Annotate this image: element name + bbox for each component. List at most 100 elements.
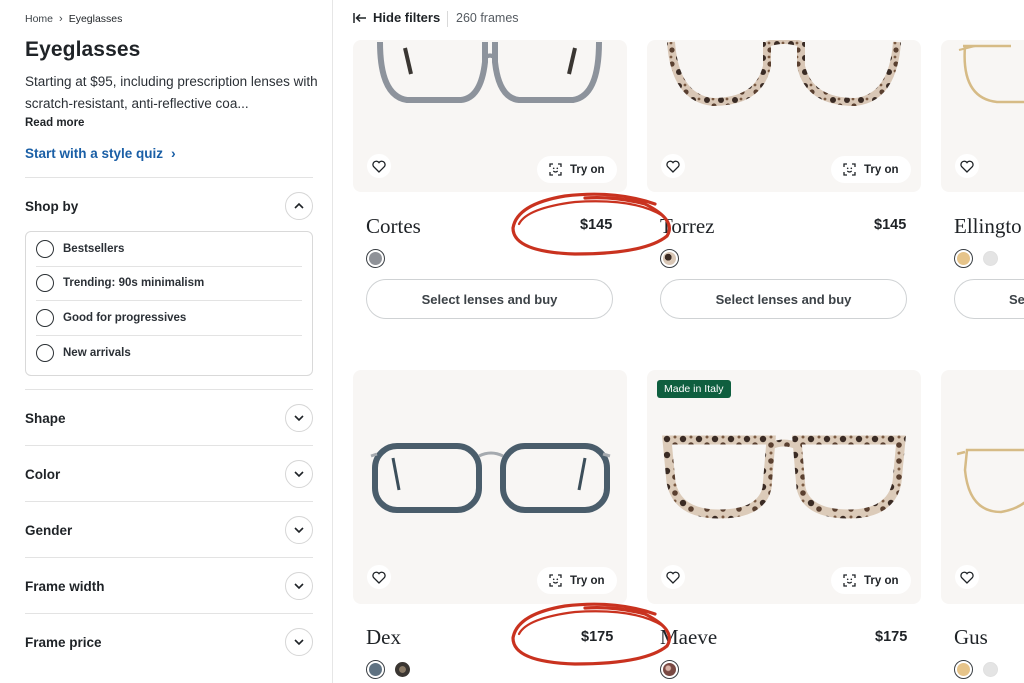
try-on-button[interactable]: Try on — [537, 156, 617, 183]
chevron-up-icon[interactable] — [285, 192, 313, 220]
radio-button[interactable] — [36, 308, 54, 327]
product-name[interactable]: Gus — [954, 625, 988, 650]
select-lenses-button[interactable]: Select lenses and buy — [366, 279, 613, 319]
heart-icon — [666, 571, 680, 584]
chevron-down-icon[interactable] — [285, 516, 313, 544]
product-price: $145 — [874, 217, 907, 233]
select-lenses-button[interactable]: Se — [954, 279, 1024, 319]
favorite-button[interactable] — [661, 565, 685, 589]
product-price: $175 — [875, 629, 908, 645]
try-on-button[interactable]: Try on — [831, 156, 911, 183]
product-name[interactable]: Cortes — [366, 214, 421, 239]
divider — [25, 177, 313, 178]
style-quiz-link[interactable]: Start with a style quiz › — [25, 145, 176, 161]
product-image[interactable] — [941, 370, 1024, 604]
facet-color[interactable]: Color — [25, 458, 313, 490]
product-name[interactable]: Ellingto — [954, 214, 1022, 239]
favorite-button[interactable] — [955, 154, 979, 178]
shop-by-option[interactable]: Bestsellers — [36, 232, 302, 267]
radio-button[interactable] — [36, 343, 54, 362]
product-name[interactable]: Torrez — [660, 214, 715, 239]
product-card-gus[interactable]: Gus — [941, 370, 1024, 683]
color-swatch[interactable] — [395, 662, 410, 677]
radio-button[interactable] — [36, 239, 54, 258]
product-image[interactable]: Try on — [353, 370, 627, 604]
shop-by-option[interactable]: Good for progressives — [36, 301, 302, 336]
face-scan-icon — [549, 574, 562, 587]
page-title: Eyeglasses — [25, 38, 141, 61]
filters-sidebar: Home › Eyeglasses Eyeglasses Starting at… — [0, 0, 333, 683]
divider — [25, 389, 313, 390]
divider — [447, 11, 448, 27]
made-in-italy-badge: Made in Italy — [657, 380, 731, 398]
divider — [25, 557, 313, 558]
product-image[interactable]: Made in Italy Try on — [647, 370, 921, 604]
shop-by-option[interactable]: New arrivals — [36, 336, 302, 371]
product-card-maeve[interactable]: Made in Italy Try on Maeve $175 — [647, 370, 921, 683]
try-on-label: Try on — [570, 574, 605, 587]
product-image[interactable]: Try on — [353, 40, 627, 192]
radio-button[interactable] — [36, 274, 54, 293]
facet-frame-price[interactable]: Frame price — [25, 626, 313, 658]
favorite-button[interactable] — [367, 565, 391, 589]
chevron-down-icon[interactable] — [285, 404, 313, 432]
try-on-label: Try on — [570, 163, 605, 176]
breadcrumb-current: Eyeglasses — [68, 13, 123, 25]
color-swatch[interactable] — [983, 251, 998, 266]
chevron-down-icon[interactable] — [285, 460, 313, 488]
collapse-left-icon — [353, 12, 366, 23]
favorite-button[interactable] — [661, 154, 685, 178]
option-label: New arrivals — [63, 346, 131, 359]
hide-filters-label: Hide filters — [373, 10, 441, 25]
read-more-link[interactable]: Read more — [25, 117, 84, 129]
heart-icon — [960, 571, 974, 584]
favorite-button[interactable] — [955, 565, 979, 589]
product-name[interactable]: Maeve — [660, 625, 717, 650]
product-image[interactable]: Try on — [647, 40, 921, 192]
divider — [25, 445, 313, 446]
color-swatch[interactable] — [366, 249, 385, 268]
facet-frame-width[interactable]: Frame width — [25, 570, 313, 602]
option-label: Bestsellers — [63, 242, 125, 255]
product-image[interactable] — [941, 40, 1024, 192]
favorite-button[interactable] — [367, 154, 391, 178]
facet-shape[interactable]: Shape — [25, 402, 313, 434]
color-swatch[interactable] — [954, 249, 973, 268]
chevron-down-icon[interactable] — [285, 572, 313, 600]
page-description: Starting at $95, including prescription … — [25, 74, 318, 111]
heart-icon — [372, 571, 386, 584]
hide-filters-button[interactable]: Hide filters — [353, 10, 440, 25]
facet-shop-by[interactable]: Shop by — [25, 190, 313, 222]
shop-by-option[interactable]: Trending: 90s minimalism — [36, 267, 302, 301]
breadcrumb-home[interactable]: Home — [25, 13, 53, 25]
try-on-button[interactable]: Try on — [537, 567, 617, 594]
divider — [25, 613, 313, 614]
try-on-label: Try on — [864, 163, 899, 176]
color-swatch[interactable] — [366, 660, 385, 679]
heart-icon — [960, 160, 974, 173]
color-swatch[interactable] — [660, 249, 679, 268]
eyeglasses-image — [958, 44, 1024, 104]
try-on-button[interactable]: Try on — [831, 567, 911, 594]
product-name[interactable]: Dex — [366, 625, 401, 650]
select-lenses-button[interactable]: Select lenses and buy — [660, 279, 907, 319]
product-price: $145 — [580, 217, 613, 233]
color-swatch[interactable] — [954, 660, 973, 679]
facet-gender[interactable]: Gender — [25, 514, 313, 546]
heart-icon — [372, 160, 386, 173]
color-swatch[interactable] — [660, 660, 679, 679]
chevron-down-icon[interactable] — [285, 628, 313, 656]
result-count: 260 frames — [456, 11, 519, 25]
eyeglasses-image — [956, 448, 1024, 514]
facet-label: Gender — [25, 522, 73, 538]
face-scan-icon — [843, 574, 856, 587]
product-card-ellington[interactable]: Ellingto Se — [941, 40, 1024, 330]
try-on-label: Try on — [864, 574, 899, 587]
product-card-cortes[interactable]: Try on Cortes $145 Select lenses and buy — [353, 40, 627, 330]
breadcrumb: Home › Eyeglasses — [25, 13, 122, 25]
product-card-dex[interactable]: Try on Dex $175 — [353, 370, 627, 683]
face-scan-icon — [549, 163, 562, 176]
facet-label: Frame width — [25, 578, 105, 594]
color-swatch[interactable] — [983, 662, 998, 677]
product-card-torrez[interactable]: Try on Torrez $145 Select lenses and buy — [647, 40, 921, 330]
